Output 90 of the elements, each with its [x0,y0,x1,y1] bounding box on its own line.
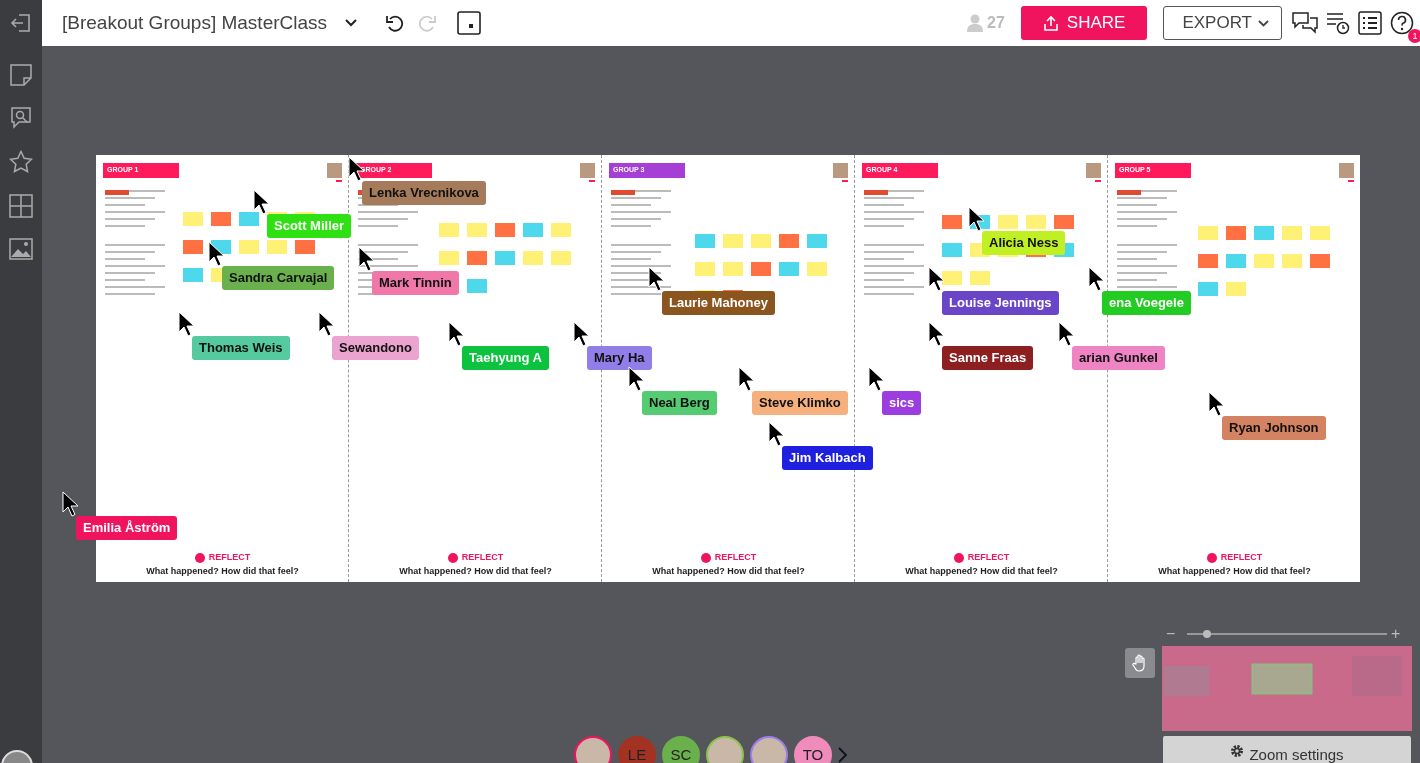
cursor-icon [178,311,196,337]
export-button[interactable]: EXPORT [1163,6,1282,40]
cursor-label: Scott Miller [267,214,352,238]
list-icon[interactable] [1356,9,1384,37]
cursor-label: arian Gunkel [1072,346,1165,370]
cursor-icon [768,421,786,447]
next-icon[interactable] [838,747,848,763]
share-button[interactable]: SHARE [1020,6,1148,40]
reflect-question: What happened? How did that feel? [146,564,299,578]
cursor-label: Lenka Vrecnikova [362,181,486,205]
cursor-icon [318,311,336,337]
notification-badge: 1 [1408,29,1420,43]
participant-count: 27 [987,13,1005,33]
photo-placeholder [1339,163,1354,178]
reflect-logo-icon [1206,552,1217,563]
cursor-icon [448,321,466,347]
help-icon[interactable] [1388,9,1416,37]
cursor-label: Sandra Carvajal [222,266,335,290]
frame-button[interactable] [455,9,484,37]
zoom-settings-button[interactable]: Zoom settings [1163,736,1411,763]
cursor-icon [738,366,756,392]
cursor-icon [648,266,666,292]
photo-placeholder [1086,163,1101,178]
cursor-icon [928,266,946,292]
cursor-label: Emilia Åström [76,516,178,540]
collaborator-avatar[interactable] [574,736,612,763]
photo-placeholder [327,163,342,178]
logo-text: REFLECT [208,551,251,564]
sticky-note-icon[interactable] [10,64,32,86]
cursor-label: Jim Kalbach [782,446,873,470]
cursor-label: Thomas Weis [192,336,290,360]
cursor-label: Mark Tinnin [372,271,459,295]
cursor-icon [968,206,986,232]
reflect-question: What happened? How did that feel? [399,564,552,578]
hand-tool-button[interactable] [1125,648,1155,678]
reflect-logo-icon [194,552,205,563]
collaborator-avatar[interactable] [706,736,744,763]
cursor-icon [208,241,226,267]
cursor-label: Alicia Ness [982,231,1066,255]
cursor-icon [573,321,591,347]
cursor-icon [1058,321,1076,347]
reflect-question: What happened? How did that feel? [1158,564,1311,578]
gear-icon [1230,744,1245,758]
logo-text: REFLECT [1220,551,1263,564]
grid-icon[interactable] [9,194,33,218]
cursor-label: Ryan Johnson [1222,416,1326,440]
cursor-label: Mary Ha [587,346,652,370]
search-icon[interactable] [9,106,33,130]
cursor-icon [62,491,80,517]
star-icon[interactable] [9,150,33,174]
cursor-icon [628,366,646,392]
cursor-label: Sanne Fraas [942,346,1034,370]
board-title: [Breakout Groups] MasterClass [62,10,328,35]
reflect-logo-icon [447,552,458,563]
photo-placeholder [833,163,848,178]
reflect-logo-icon [700,552,711,563]
cursor-icon [253,189,271,215]
caret-icon[interactable] [343,17,360,29]
cursor-label: Taehyung A [462,346,549,370]
share-icon [1042,15,1059,31]
photo-placeholder [580,163,595,178]
collaborator-avatar[interactable]: TO [794,736,832,763]
cursor-icon [1208,391,1226,417]
caret-icon [1258,19,1269,27]
collaborator-avatar[interactable] [750,736,788,763]
reflect-question: What happened? How did that feel? [652,564,805,578]
exit-icon[interactable] [10,13,32,33]
cursor-label: Louise Jennings [942,291,1059,315]
slider-thumb[interactable] [1203,630,1211,638]
zoom-out-button[interactable]: − [1166,626,1176,642]
cursor-label: ena Voegele [1102,291,1191,315]
comments-icon[interactable] [1290,9,1320,37]
cursor-icon [928,321,946,347]
logo-text: REFLECT [714,551,757,564]
collaborator-avatar[interactable]: SC [662,736,700,763]
image-icon[interactable] [9,238,33,260]
cursor-label: Sewandono [332,336,419,360]
cursor-icon [868,366,886,392]
cursor-label: Steve Klimko [752,391,848,415]
cursor-icon [358,246,376,272]
zoom-in-button[interactable]: + [1391,626,1401,642]
reflect-question: What happened? How did that feel? [905,564,1058,578]
logo-text: REFLECT [461,551,504,564]
logo-text: REFLECT [967,551,1010,564]
user-icon [967,14,984,32]
cursor-label: Neal Berg [642,391,717,415]
cursor-icon [1088,266,1106,292]
reflect-logo-icon [953,552,964,563]
cursor-label: Laurie Mahoney [662,291,775,315]
cursor-label: sics [882,391,922,415]
